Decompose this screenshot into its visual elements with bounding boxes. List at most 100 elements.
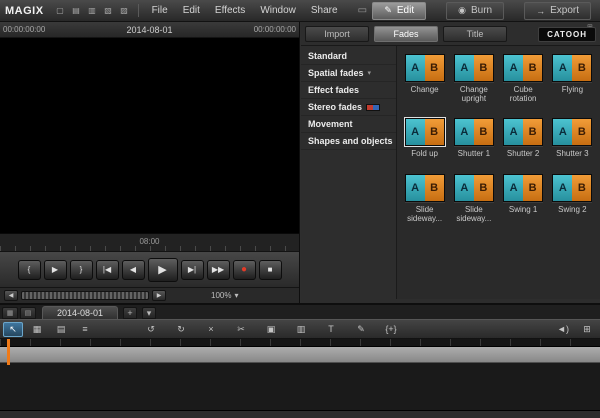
video-display[interactable] [0, 38, 299, 234]
fade-item-slide-sideways-1[interactable]: A B Slide sideway... [402, 174, 447, 223]
magix-app-window: MAGIX ▢ ▤ ▥ ▧ ▨ File Edit Effects Window… [0, 0, 600, 417]
timeline-track-1[interactable] [0, 347, 600, 363]
play-button[interactable]: ▶ [148, 258, 178, 282]
fade-label: Cube rotation [501, 85, 546, 103]
scrub-left-button[interactable]: ◀ [4, 290, 18, 301]
menu-share[interactable]: Share [304, 5, 345, 16]
mixer-icon[interactable]: ⊞ [577, 322, 597, 337]
new-project-icon[interactable]: ▢ [53, 3, 68, 18]
fade-label: Fold up [411, 149, 438, 158]
fade-item-shutter-2[interactable]: A B Shutter 2 [501, 118, 546, 158]
tab-import[interactable]: Import [305, 26, 369, 42]
fade-label: Slide sideway... [402, 205, 447, 223]
fade-item-change[interactable]: A B Change [402, 54, 447, 103]
mode-edit-button[interactable]: ✎ Edit [372, 2, 426, 20]
category-stereo-fades[interactable]: Stereo fades [301, 99, 396, 116]
menu-edit[interactable]: Edit [176, 5, 207, 16]
media-pool-body: Standard Spatial fades ▾ Effect fades St… [301, 46, 600, 299]
draw-icon[interactable]: ✎ [351, 322, 371, 337]
preview-position-ruler[interactable]: 08:00 [0, 234, 299, 252]
fade-item-swing-2[interactable]: A B Swing 2 [550, 174, 595, 223]
fade-item-shutter-3[interactable]: A B Shutter 3 [550, 118, 595, 158]
fade-item-fold-up[interactable]: A B Fold up [402, 118, 447, 158]
add-project-tab-button[interactable]: + [123, 307, 137, 319]
fade-thumbnail: A B [454, 54, 494, 82]
preview-title: 2014-08-01 [45, 25, 253, 35]
catooh-logo-button[interactable]: CATOOH [538, 27, 596, 42]
save-project-icon[interactable]: ▥ [85, 3, 100, 18]
load-project-icon[interactable]: ▤ [69, 3, 84, 18]
arrange-windows-icon[interactable]: ▦ [2, 307, 18, 319]
mode-export-button[interactable]: → Export [524, 2, 591, 20]
delete-icon[interactable]: × [201, 322, 221, 337]
edit-pencil-icon: ✎ [384, 5, 392, 16]
jump-start-button[interactable]: |◀ [96, 260, 119, 280]
mouse-mode-icon[interactable]: ↖ [3, 322, 23, 337]
category-spatial-fades[interactable]: Spatial fades ▾ [301, 65, 396, 82]
fade-letter-b: B [572, 175, 591, 201]
timeline-empty-area[interactable] [0, 363, 600, 411]
speaker-icon[interactable]: ◄) [553, 322, 573, 337]
fade-label: Flying [562, 85, 583, 94]
redo-icon[interactable]: ↻ [171, 322, 191, 337]
category-movement[interactable]: Movement [301, 116, 396, 133]
playhead-marker[interactable] [7, 339, 10, 365]
import-media-icon[interactable]: ▧ [101, 3, 116, 18]
stretch-mode-icon[interactable]: ▤ [51, 322, 71, 337]
timeline-ruler[interactable] [0, 339, 600, 347]
title-icon[interactable]: T [321, 322, 341, 337]
play-range-button[interactable]: ▶ [44, 260, 67, 280]
fade-letter-b: B [572, 55, 591, 81]
fade-label: Slide sideway... [451, 205, 496, 223]
fade-label: Swing 2 [558, 205, 586, 214]
tab-menu-button[interactable]: ▾ [142, 307, 156, 319]
menubar: MAGIX ▢ ▤ ▥ ▧ ▨ File Edit Effects Window… [0, 0, 600, 22]
fade-thumbnail: A B [503, 54, 543, 82]
preview-scrub-row: ◀ ▶ 100% ▾ [0, 288, 299, 303]
fast-forward-button[interactable]: ▶▶ [207, 260, 230, 280]
copy-icon[interactable]: ▣ [261, 322, 281, 337]
frame-forward-button[interactable]: ▶| [181, 260, 204, 280]
stop-button[interactable]: ■ [259, 260, 282, 280]
menu-window[interactable]: Window [253, 5, 303, 16]
fade-item-change-upright[interactable]: A B Change upright [451, 54, 496, 103]
range-in-button[interactable]: { [18, 260, 41, 280]
undo-icon[interactable]: ↺ [141, 322, 161, 337]
cut-icon[interactable]: ✂ [231, 322, 251, 337]
paste-icon[interactable]: ▥ [291, 322, 311, 337]
fade-item-shutter-1[interactable]: A B Shutter 1 [451, 118, 496, 158]
scrub-bar[interactable] [21, 291, 149, 300]
scrub-right-button[interactable]: ▶ [152, 290, 166, 301]
category-shapes-and-objects[interactable]: Shapes and objects [301, 133, 396, 150]
menu-effects[interactable]: Effects [208, 5, 252, 16]
frame-back-button[interactable]: ◀ [122, 260, 145, 280]
program-monitor-icon[interactable]: ▭ [358, 5, 367, 16]
timeline-project-tab[interactable]: 2014-08-01 [42, 306, 118, 319]
category-effect-fades[interactable]: Effect fades [301, 82, 396, 99]
record-button[interactable]: ● [233, 260, 256, 280]
fade-thumbnail: A B [454, 174, 494, 202]
fade-item-flying[interactable]: A B Flying [550, 54, 595, 103]
fade-thumbnail: A B [503, 174, 543, 202]
curve-mode-icon[interactable]: ≡ [75, 322, 95, 337]
category-standard[interactable]: Standard [301, 48, 396, 65]
scene-overview-icon[interactable]: ▤ [20, 307, 36, 319]
preview-header: 00:00:00:00 2014-08-01 00:00:00:00 [0, 22, 299, 38]
mode-burn-button[interactable]: ◉ Burn [446, 2, 504, 20]
fade-letter-a: A [455, 55, 474, 81]
fade-letter-b: B [425, 175, 444, 201]
tab-title[interactable]: Title [443, 26, 507, 42]
fade-letter-b: B [523, 175, 542, 201]
record-source-icon[interactable]: ▨ [117, 3, 132, 18]
single-object-mode-icon[interactable]: ▦ [27, 322, 47, 337]
tab-fades[interactable]: Fades [374, 26, 438, 42]
fade-item-cube-rotation[interactable]: A B Cube rotation [501, 54, 546, 103]
zoom-level-value: 100% [211, 291, 231, 300]
keyframe-icon[interactable]: {+} [381, 322, 401, 337]
range-out-button[interactable]: } [70, 260, 93, 280]
zoom-control[interactable]: 100% ▾ [211, 291, 238, 300]
fade-item-swing-1[interactable]: A B Swing 1 [501, 174, 546, 223]
fade-item-slide-sideways-2[interactable]: A B Slide sideway... [451, 174, 496, 223]
menu-file[interactable]: File [145, 5, 175, 16]
fade-letter-a: A [504, 175, 523, 201]
